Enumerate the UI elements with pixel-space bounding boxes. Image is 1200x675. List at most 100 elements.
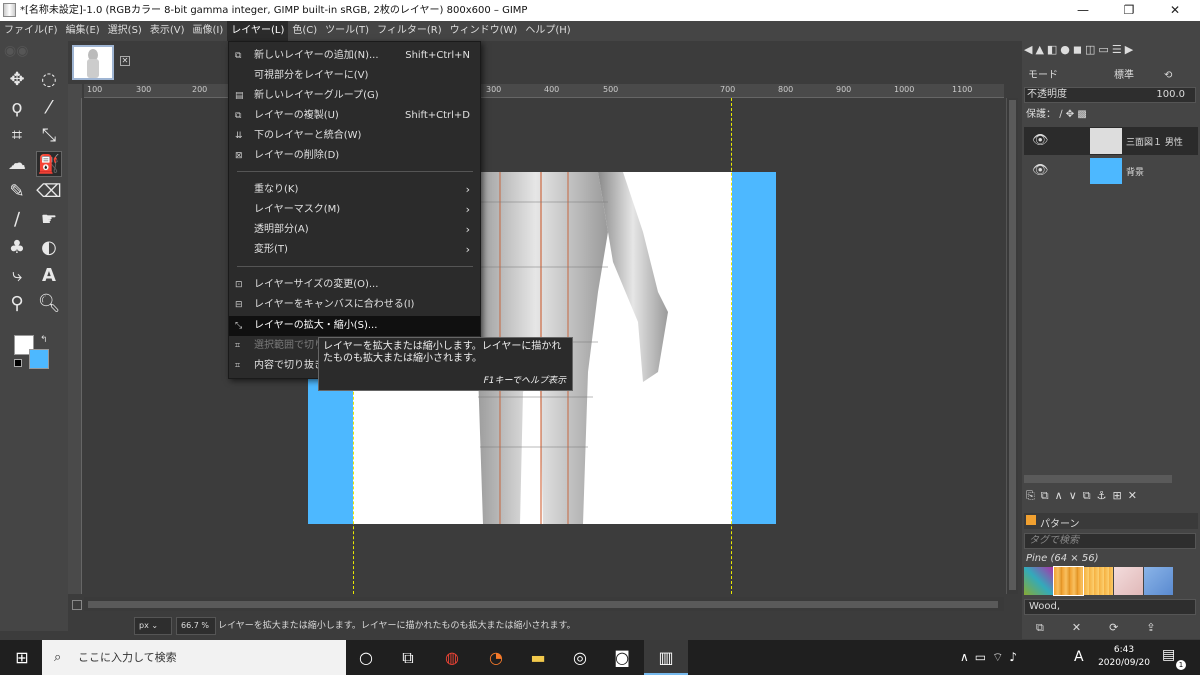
smudge-tool-icon[interactable]: ☛ <box>36 207 62 233</box>
layer-row[interactable]: 👁︎ 背景 <box>1024 157 1198 185</box>
ime-indicator[interactable]: A <box>1074 640 1084 675</box>
guide-line[interactable] <box>731 98 732 594</box>
opacity-label: 不透明度 <box>1027 89 1067 100</box>
file-explorer-icon[interactable]: ▬ <box>516 640 560 675</box>
bucket-fill-icon[interactable]: ⛽ <box>36 151 62 177</box>
menu-filters[interactable]: フィルター(R) <box>373 21 446 41</box>
crop-tool-icon[interactable]: ⌗ <box>4 123 30 149</box>
app-icon[interactable]: ◎ <box>558 640 602 675</box>
task-view-icon[interactable]: ⧉ <box>386 640 430 675</box>
menu-item-duplicate-layer[interactable]: ⧉ レイヤーの複製(U) Shift+Ctrl+D <box>229 106 480 126</box>
paintbrush-icon[interactable]: ✎ <box>4 179 30 205</box>
menu-item-scale-layer[interactable]: ⤡ レイヤーの拡大・縮小(S)... <box>229 316 480 336</box>
menu-windows[interactable]: ウィンドウ(W) <box>446 21 522 41</box>
ellipse-select-icon[interactable]: ◌ <box>36 67 62 93</box>
close-button[interactable]: ✕ <box>1152 0 1198 21</box>
minimize-button[interactable]: — <box>1060 0 1106 21</box>
dodge-tool-icon[interactable]: ◐ <box>36 235 62 261</box>
layer-row[interactable]: 👁︎ 三面図１ 男性 <box>1024 127 1198 155</box>
menu-item-layer-boundary-size[interactable]: ⊡ レイヤーサイズの変更(O)... <box>229 275 480 295</box>
ruler-label: 1000 <box>894 85 915 94</box>
fuzzy-select-icon[interactable]: ⁄ <box>36 95 62 121</box>
visibility-eye-icon[interactable]: 👁︎ <box>1032 163 1049 178</box>
menu-item-visible-to-layer[interactable]: 可視部分をレイヤーに(V) <box>229 66 480 86</box>
maximize-button[interactable]: ❐ <box>1106 0 1152 21</box>
menu-item-layer-mask[interactable]: レイヤーマスク(M) › <box>229 200 480 220</box>
zoom-select[interactable]: 66.7 % <box>176 617 216 635</box>
text-tool-icon[interactable]: A <box>36 263 62 289</box>
path-tool-icon[interactable]: ⤷ <box>4 263 30 289</box>
layer-thumbnail <box>1090 158 1122 184</box>
lock-alpha-icon[interactable]: ▩ <box>1077 109 1086 120</box>
close-tab-icon[interactable]: ✕ <box>120 56 130 66</box>
menu-item-transparency[interactable]: 透明部分(A) › <box>229 220 480 240</box>
clock[interactable]: 6:43 2020/09/20 <box>1096 644 1152 670</box>
taskbar-search[interactable]: ⌕ ここに入力して検索 <box>42 640 346 675</box>
layer-actions[interactable]: ⎘⧉∧∨⧉⚓⊞✕ <box>1026 489 1196 505</box>
vertical-scrollbar[interactable] <box>1006 98 1018 594</box>
menu-item-delete-layer[interactable]: ⊠ レイヤーの削除(D) <box>229 146 480 166</box>
unit-select[interactable]: px ⌄ <box>134 617 172 635</box>
dock-tab-icons[interactable]: ◀▲◧●◼◫▭☰▶ <box>1024 43 1198 63</box>
menu-help[interactable]: ヘルプ(H) <box>521 21 574 41</box>
menu-tools[interactable]: ツール(T) <box>321 21 373 41</box>
transform-tool-icon[interactable]: ⤡ <box>36 123 62 149</box>
pattern-actions[interactable]: ⧉✕⟳⇪ <box>1036 621 1196 635</box>
pattern-swatch[interactable] <box>1024 567 1053 595</box>
swap-colors-icon[interactable]: ↰ <box>40 335 48 345</box>
menu-item-merge-down[interactable]: ⇊ 下のレイヤーと統合(W) <box>229 126 480 146</box>
image-tab-thumbnail[interactable] <box>72 45 114 80</box>
quick-mask-toggle[interactable] <box>72 600 82 610</box>
tag-filter-input[interactable]: Wood, <box>1024 599 1196 615</box>
mode-reset-icon[interactable]: ⟲ <box>1164 67 1172 85</box>
default-colors-icon[interactable] <box>14 359 22 367</box>
brush-tool-icon[interactable]: ∕ <box>4 207 30 233</box>
crop-to-selection-icon: ⌗ <box>235 341 241 351</box>
gimp-taskbar-icon[interactable]: ▥ <box>644 640 688 675</box>
menu-edit[interactable]: 編集(E) <box>62 21 104 41</box>
menu-image[interactable]: 画像(I) <box>189 21 228 41</box>
lock-position-icon[interactable]: ✥ <box>1066 109 1078 120</box>
background-color-swatch[interactable] <box>29 349 49 369</box>
mode-select[interactable]: 標準 <box>1114 67 1134 85</box>
menu-item-new-layer[interactable]: ⧉ 新しいレイヤーの追加(N)... Shift+Ctrl+N <box>229 46 480 66</box>
menu-item-new-layer-group[interactable]: ▤ 新しいレイヤーグループ(G) <box>229 86 480 106</box>
opacity-slider[interactable]: 不透明度 100.0 <box>1024 87 1196 103</box>
patterns-title: パターン <box>1040 519 1080 530</box>
layers-scrollbar[interactable] <box>1024 475 1172 483</box>
pattern-swatch[interactable] <box>1053 566 1084 596</box>
ruler-label: 1100 <box>952 85 973 94</box>
pattern-swatch[interactable] <box>1084 567 1113 595</box>
blender-icon[interactable]: ◔ <box>474 640 518 675</box>
clone-tool-icon[interactable]: ♣ <box>4 235 30 261</box>
menu-item-layer-to-image-size[interactable]: ⊟ レイヤーをキャンバスに合わせる(I) <box>229 295 480 315</box>
pattern-swatch[interactable] <box>1114 567 1143 595</box>
pattern-swatch[interactable] <box>1144 567 1173 595</box>
tag-search-input[interactable]: タグで検索 <box>1024 533 1196 549</box>
menu-colors[interactable]: 色(C) <box>288 21 321 41</box>
menu-item-stack[interactable]: 重なり(K) › <box>229 180 480 200</box>
zoom-tool-icon[interactable]: 🔍︎ <box>36 291 62 317</box>
submenu-arrow-icon: › <box>465 243 470 256</box>
system-tray[interactable]: ∧▭⌔♪ <box>960 640 1023 675</box>
lasso-tool-icon[interactable]: ϙ <box>4 95 30 121</box>
menu-view[interactable]: 表示(V) <box>146 21 189 41</box>
menu-select[interactable]: 選択(S) <box>104 21 146 41</box>
pattern-grid[interactable] <box>1024 566 1174 596</box>
warp-tool-icon[interactable]: ☁ <box>4 151 30 177</box>
cortana-icon[interactable]: ○ <box>344 640 388 675</box>
app-icon[interactable]: ◙ <box>600 640 644 675</box>
menu-file[interactable]: ファイル(F) <box>0 21 62 41</box>
windows-start-icon[interactable]: ⊞ <box>0 640 44 675</box>
chrome-icon[interactable]: ◍ <box>430 640 474 675</box>
visibility-eye-icon[interactable]: 👁︎ <box>1032 133 1049 148</box>
menu-bar: ファイル(F) 編集(E) 選択(S) 表示(V) 画像(I) レイヤー(L) 色(C) ツー… <box>0 21 1200 41</box>
color-picker-icon[interactable]: ⚲ <box>4 291 30 317</box>
move-tool-icon[interactable]: ✥ <box>4 67 30 93</box>
menu-layer[interactable]: レイヤー(L) <box>227 21 289 41</box>
eraser-icon[interactable]: ⌫ <box>36 179 62 205</box>
patterns-tab[interactable]: パターン <box>1024 513 1198 530</box>
horizontal-scrollbar[interactable] <box>84 597 1004 611</box>
menu-item-transform[interactable]: 変形(T) › <box>229 240 480 260</box>
gimp-app-icon <box>3 3 16 17</box>
